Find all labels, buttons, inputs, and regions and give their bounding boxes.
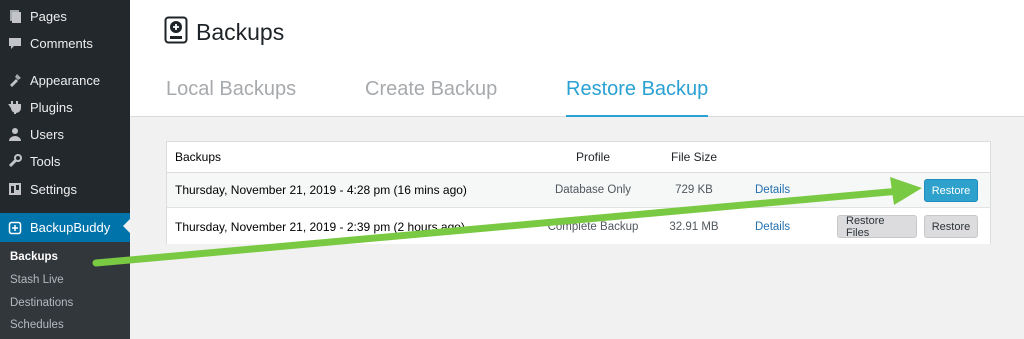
pages-icon <box>8 9 22 23</box>
sidebar-item-label: Settings <box>30 181 77 197</box>
restore-files-button[interactable]: Restore Files <box>837 215 917 239</box>
tab-restore-backup[interactable]: Restore Backup <box>566 78 709 117</box>
backup-profile: Database Only <box>554 184 632 196</box>
backup-file-size: 729 KB <box>675 184 713 196</box>
submenu-item-backups[interactable]: Backups <box>10 251 58 263</box>
table-row: Thursday, November 21, 2019 - 2:39 pm (2… <box>167 209 990 244</box>
details-link[interactable]: Details <box>755 209 790 244</box>
sidebar-item-label: Appearance <box>30 72 101 88</box>
backup-vault-icon <box>164 16 188 49</box>
backup-profile: Complete Backup <box>547 220 639 233</box>
users-icon <box>8 127 22 141</box>
sidebar-item-pages[interactable]: Pages <box>0 3 130 29</box>
appearance-icon <box>8 73 22 87</box>
tab-bar: Local Backups Create Backup Restore Back… <box>130 60 1024 117</box>
table-row: Thursday, November 21, 2019 - 4:28 pm (1… <box>167 173 990 208</box>
sidebar-item-users[interactable]: Users <box>0 121 130 147</box>
backupbuddy-submenu: Backups Stash Live Destinations Schedule… <box>0 242 130 339</box>
sidebar-item-tools[interactable]: Tools <box>0 148 130 174</box>
details-link[interactable]: Details <box>755 173 790 207</box>
backup-date: Thursday, November 21, 2019 - 2:39 pm (2… <box>175 219 465 234</box>
column-header-profile: Profile <box>575 150 610 164</box>
page-title-wrap: Backups <box>164 16 284 49</box>
backup-date: Thursday, November 21, 2019 - 4:28 pm (1… <box>175 183 467 197</box>
sidebar-item-comments[interactable]: Comments <box>0 30 130 56</box>
sidebar-item-label: Tools <box>30 153 61 169</box>
sidebar-item-settings[interactable]: Settings <box>0 176 130 202</box>
sidebar-item-plugins[interactable]: Plugins <box>0 94 130 120</box>
sidebar-item-backupbuddy[interactable]: BackupBuddy <box>0 213 130 242</box>
backup-file-size: 32.91 MB <box>669 220 719 233</box>
sidebar-item-label: Plugins <box>30 99 73 115</box>
tab-local-backups[interactable]: Local Backups <box>166 78 296 117</box>
comments-icon <box>8 36 22 50</box>
page-header: Backups Local Backups Create Backup Rest… <box>130 0 1024 117</box>
sidebar-item-label: Comments <box>30 35 93 51</box>
backups-table: Backups Profile File Size Thursday, Nove… <box>166 141 991 244</box>
admin-sidebar: Pages Comments Appearance Plugins Users … <box>0 0 130 339</box>
sidebar-item-label: Pages <box>30 8 67 24</box>
column-header-backups: Backups <box>175 150 222 164</box>
sidebar-item-label: Users <box>30 126 64 142</box>
settings-icon <box>8 182 22 196</box>
submenu-item-destinations[interactable]: Destinations <box>10 297 73 309</box>
table-header-row: Backups Profile File Size <box>167 142 990 173</box>
restore-button[interactable]: Restore <box>924 179 978 202</box>
backupbuddy-icon <box>8 221 22 235</box>
column-header-file-size: File Size <box>670 150 717 164</box>
sidebar-item-label: BackupBuddy <box>30 220 111 235</box>
submenu-item-stash-live[interactable]: Stash Live <box>10 274 64 286</box>
plugins-icon <box>8 100 22 114</box>
tools-icon <box>8 154 22 168</box>
restore-button[interactable]: Restore <box>924 215 978 238</box>
submenu-item-schedules[interactable]: Schedules <box>10 319 64 331</box>
page-title: Backups <box>196 19 285 45</box>
tab-create-backup[interactable]: Create Backup <box>365 78 497 117</box>
sidebar-item-appearance[interactable]: Appearance <box>0 67 130 93</box>
